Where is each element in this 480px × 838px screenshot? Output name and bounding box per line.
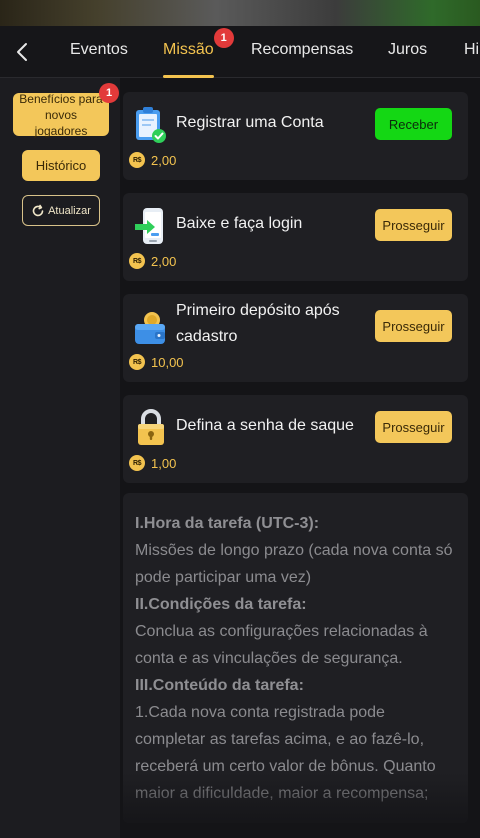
- currency-coin-icon: R$: [129, 354, 145, 370]
- proceed-button[interactable]: Prosseguir: [375, 411, 452, 443]
- task-title: Baixe e faça login: [176, 215, 303, 232]
- task-list: Registrar uma Conta Receber R$ 2,00 Baix…: [120, 78, 480, 838]
- new-players-benefits-button[interactable]: Benefícios para novos jogadores 1: [13, 83, 119, 138]
- task-card: Baixe e faça login Prosseguir R$ 2,00: [123, 193, 468, 281]
- history-button[interactable]: Histórico: [22, 150, 100, 181]
- tab-missao-badge: 1: [213, 28, 234, 48]
- task-rules-panel: I.Hora da tarefa (UTC-3): Missões de lon…: [123, 493, 468, 823]
- wallet-coin-icon: [135, 312, 165, 344]
- padlock-icon: [138, 409, 164, 445]
- rules-heading-conditions: II.Condições da tarefa:: [135, 596, 307, 613]
- proceed-button[interactable]: Prosseguir: [375, 310, 452, 342]
- tab-bar: Eventos Missão 1 Recompensas Juros Hi: [0, 26, 480, 78]
- rules-text-time: Missões de longo prazo (cada nova conta …: [135, 542, 453, 586]
- currency-coin-icon: R$: [129, 455, 145, 471]
- rules-heading-content: III.Conteúdo da tarefa:: [135, 677, 304, 694]
- refresh-icon: [32, 204, 44, 216]
- task-title: Defina a senha de saque: [176, 417, 354, 434]
- task-reward: R$ 1,00: [129, 455, 176, 471]
- task-reward-value: 1,00: [151, 455, 177, 471]
- task-reward: R$ 2,00: [129, 253, 176, 269]
- new-players-benefits-label: Benefícios para novos jogadores: [19, 91, 103, 138]
- tab-recompensas[interactable]: Recompensas: [251, 26, 353, 78]
- new-players-badge: 1: [99, 83, 119, 103]
- chevron-left-icon: [17, 43, 27, 61]
- proceed-button[interactable]: Prosseguir: [375, 209, 452, 241]
- task-reward-value: 10,00: [151, 354, 184, 370]
- task-card: Defina a senha de saque Prosseguir R$ 1,…: [123, 395, 468, 483]
- rules-text-conditions: Conclua as configurações relacionadas à …: [135, 623, 428, 667]
- tab-eventos[interactable]: Eventos: [70, 26, 128, 78]
- task-title: Registrar uma Conta: [176, 114, 324, 131]
- task-card: Registrar uma Conta Receber R$ 2,00: [123, 92, 468, 180]
- sidebar: Benefícios para novos jogadores 1 Histór…: [0, 78, 120, 838]
- back-button[interactable]: [8, 38, 36, 66]
- tab-hi[interactable]: Hi: [464, 26, 479, 78]
- scroll-fade: [123, 773, 468, 823]
- refresh-label: Atualizar: [48, 204, 91, 217]
- currency-coin-icon: R$: [129, 253, 145, 269]
- tab-missao-label: Missão: [163, 41, 214, 58]
- phone-download-icon: [135, 208, 163, 244]
- rules-heading-time: I.Hora da tarefa (UTC-3):: [135, 515, 320, 532]
- receive-button[interactable]: Receber: [375, 108, 452, 140]
- tab-missao[interactable]: Missão 1: [163, 26, 234, 78]
- task-reward: R$ 10,00: [129, 354, 184, 370]
- refresh-button[interactable]: Atualizar: [22, 195, 100, 226]
- task-reward-value: 2,00: [151, 152, 177, 168]
- task-title: Primeiro depósito após cadastro: [176, 302, 340, 345]
- task-card: Primeiro depósito após cadastro Prossegu…: [123, 294, 468, 382]
- status-bar: [0, 0, 480, 26]
- currency-coin-icon: R$: [129, 152, 145, 168]
- clipboard-check-icon: [136, 107, 166, 143]
- task-reward-value: 2,00: [151, 253, 177, 269]
- task-reward: R$ 2,00: [129, 152, 176, 168]
- tab-juros[interactable]: Juros: [388, 26, 427, 78]
